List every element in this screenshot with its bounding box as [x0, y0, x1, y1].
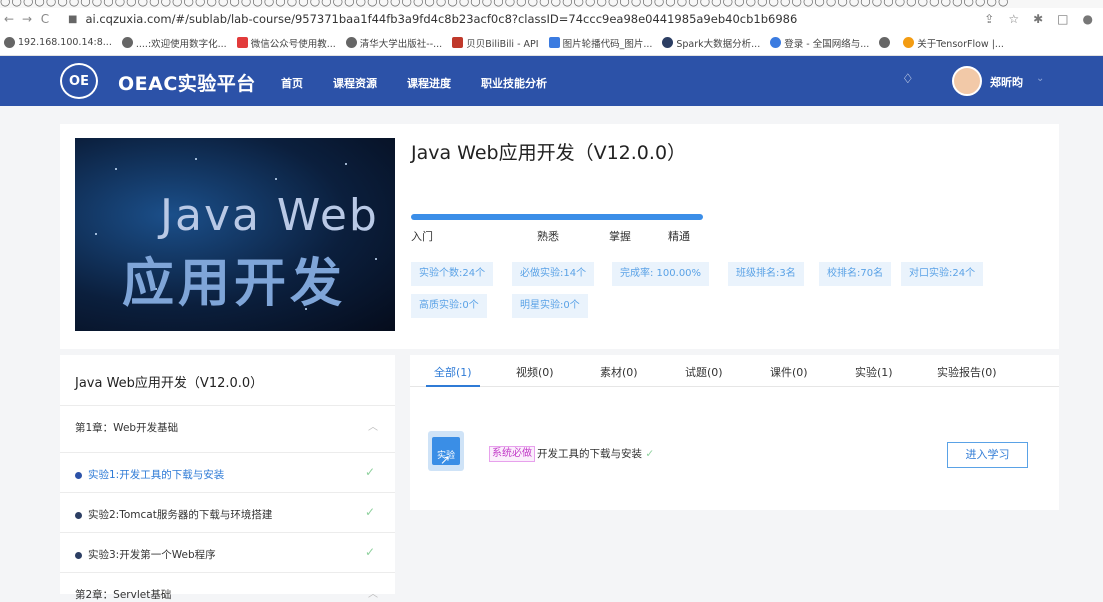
logo-text[interactable]: OEAC实验平台 — [118, 69, 256, 96]
bookmark[interactable]: Spark大数据分析... — [662, 36, 760, 50]
tab-lab[interactable]: 实验(1) — [855, 364, 893, 380]
bullet-icon — [75, 551, 82, 559]
tab-all[interactable]: 全部(1) — [434, 364, 472, 380]
bookmark[interactable]: 192.168.100.14:8... — [4, 37, 112, 48]
chapter-sidebar: Java Web应用开发（V12.0.0） 第1章：Web开发基础 ︿ 实验1:… — [60, 355, 395, 601]
stat-tag: 校排名:70名 — [819, 262, 892, 286]
forward-icon[interactable]: → — [18, 12, 36, 26]
nav-course-progress[interactable]: 课程进度 — [407, 75, 451, 91]
bookmark[interactable]: 关于TensorFlow |... — [903, 36, 1004, 50]
address-bar: ← → C ■ ai.cqzuxia.com/#/sublab/lab-cour… — [0, 8, 1103, 30]
check-icon: ✓ — [364, 465, 375, 479]
bookmarks-bar: 192.168.100.14:8... ....:欢迎使用数字化... 微信公众… — [0, 30, 1103, 56]
stat-tag: 实验个数:24个 — [411, 262, 494, 286]
user-name[interactable]: 郑昕昀 — [990, 74, 1023, 90]
chapter-header[interactable]: 第1章：Web开发基础 ︿ — [60, 405, 395, 445]
active-tab-indicator — [426, 385, 480, 387]
banner-title: Java Web — [160, 190, 379, 241]
resource-tabs: 全部(1) 视频(0) 素材(0) 试题(0) 课件(0) 实验(1) 实验报告… — [410, 355, 1059, 387]
bullet-icon — [75, 471, 82, 479]
main-nav: 首页 课程资源 课程进度 职业技能分析 — [281, 75, 577, 91]
logo-icon[interactable]: OE — [60, 63, 98, 99]
stat-tag: 必做实验:14个 — [512, 262, 595, 286]
level-label: 掌握 — [609, 230, 631, 243]
sidebar-item-lab3[interactable]: 实验3:开发第一个Web程序 ✓ — [60, 532, 395, 572]
window-icon[interactable]: □ — [1057, 12, 1068, 26]
item-label: 实验2:Tomcat服务器的下载与环境搭建 — [88, 509, 273, 521]
sidebar-title: Java Web应用开发（V12.0.0） — [75, 376, 264, 391]
required-badge: 系统必做 — [489, 446, 535, 462]
chevron-down-icon[interactable]: ⌄ — [1036, 73, 1044, 84]
course-title: Java Web应用开发（V12.0.0） — [411, 142, 687, 164]
bookmark[interactable] — [879, 37, 893, 48]
stat-tag: 完成率: 100.00% — [612, 262, 710, 286]
lab-icon: ↗ 实验 — [428, 431, 464, 471]
tab-questions[interactable]: 试题(0) — [685, 364, 723, 380]
resource-panel: 全部(1) 视频(0) 素材(0) 试题(0) 课件(0) 实验(1) 实验报告… — [410, 355, 1059, 510]
profile-icon[interactable]: ● — [1083, 12, 1093, 26]
chevron-up-icon[interactable]: ︿ — [368, 418, 378, 433]
chapter-label: 第2章：Servlet基础 — [75, 589, 172, 601]
bookmark[interactable]: 登录 - 全国网络与... — [770, 36, 869, 50]
lab-item-name: 开发工具的下载与安装 ✓ — [537, 448, 655, 460]
stat-tag: 高质实验:0个 — [411, 294, 487, 318]
check-icon: ✓ — [645, 448, 655, 460]
check-icon: ✓ — [364, 505, 375, 519]
check-icon: ✓ — [364, 545, 375, 559]
bookmark[interactable]: 微信公众号使用教... — [236, 36, 336, 50]
avatar[interactable] — [952, 66, 982, 96]
bell-icon[interactable]: ♢ — [902, 72, 914, 87]
level-label: 精通 — [668, 230, 690, 243]
stat-tag: 明星实验:0个 — [512, 294, 588, 318]
nav-home[interactable]: 首页 — [281, 75, 303, 91]
sidebar-item-lab1[interactable]: 实验1:开发工具的下载与安装 ✓ — [60, 452, 395, 492]
nav-course-resources[interactable]: 课程资源 — [333, 75, 377, 91]
banner-subtitle: 应用开发 — [122, 254, 347, 314]
lock-icon: ■ — [68, 13, 78, 25]
app-header: OE OEAC实验平台 首页 课程资源 课程进度 职业技能分析 ♢ 郑昕昀 ⌄ — [0, 56, 1103, 106]
chapter-label: 第1章：Web开发基础 — [75, 422, 179, 434]
star-icon[interactable]: ☆ — [1008, 12, 1019, 26]
stat-tag: 班级排名:3名 — [728, 262, 804, 286]
sidebar-item-lab2[interactable]: 实验2:Tomcat服务器的下载与环境搭建 ✓ — [60, 492, 395, 532]
bookmark[interactable]: 贝贝BiliBili - API — [452, 36, 539, 50]
tab-strip: ○○○○○○○○○○○○○○○○○○○○○○○○○○○○○○○○○○○○○○○○… — [0, 0, 1103, 8]
nav-skill-analysis[interactable]: 职业技能分析 — [481, 75, 547, 91]
course-banner: Java Web 应用开发 — [75, 138, 395, 331]
level-label: 入门 — [411, 230, 433, 243]
tab-courseware[interactable]: 课件(0) — [770, 364, 808, 380]
extensions-icon[interactable]: ✱ — [1033, 12, 1043, 26]
chevron-up-icon[interactable]: ︿ — [368, 585, 378, 600]
chapter-header[interactable]: 第2章：Servlet基础 ︿ — [60, 572, 395, 602]
level-label: 熟悉 — [537, 230, 559, 243]
reload-icon[interactable]: C — [36, 12, 54, 26]
item-label: 实验3:开发第一个Web程序 — [88, 549, 216, 561]
stat-tag: 对口实验:24个 — [901, 262, 984, 286]
bookmark[interactable]: ....:欢迎使用数字化... — [121, 36, 227, 50]
item-label: 实验1:开发工具的下载与安装 — [88, 469, 225, 481]
enter-study-button[interactable]: 进入学习 — [947, 442, 1028, 468]
url-field[interactable]: ai.cqzuxia.com/#/sublab/lab-course/95737… — [85, 12, 797, 26]
tab-video[interactable]: 视频(0) — [516, 364, 554, 380]
bookmark[interactable]: 图片轮播代码_图片... — [548, 36, 652, 50]
share-icon[interactable]: ⇪ — [984, 12, 994, 26]
course-card: Java Web 应用开发 Java Web应用开发（V12.0.0） 入门 熟… — [60, 124, 1059, 349]
tab-material[interactable]: 素材(0) — [600, 364, 638, 380]
skill-progress-bar — [411, 214, 703, 220]
bullet-icon — [75, 511, 82, 519]
tab-lab-report[interactable]: 实验报告(0) — [937, 364, 997, 380]
back-icon[interactable]: ← — [0, 12, 18, 26]
bookmark[interactable]: 清华大学出版社--... — [345, 36, 442, 50]
